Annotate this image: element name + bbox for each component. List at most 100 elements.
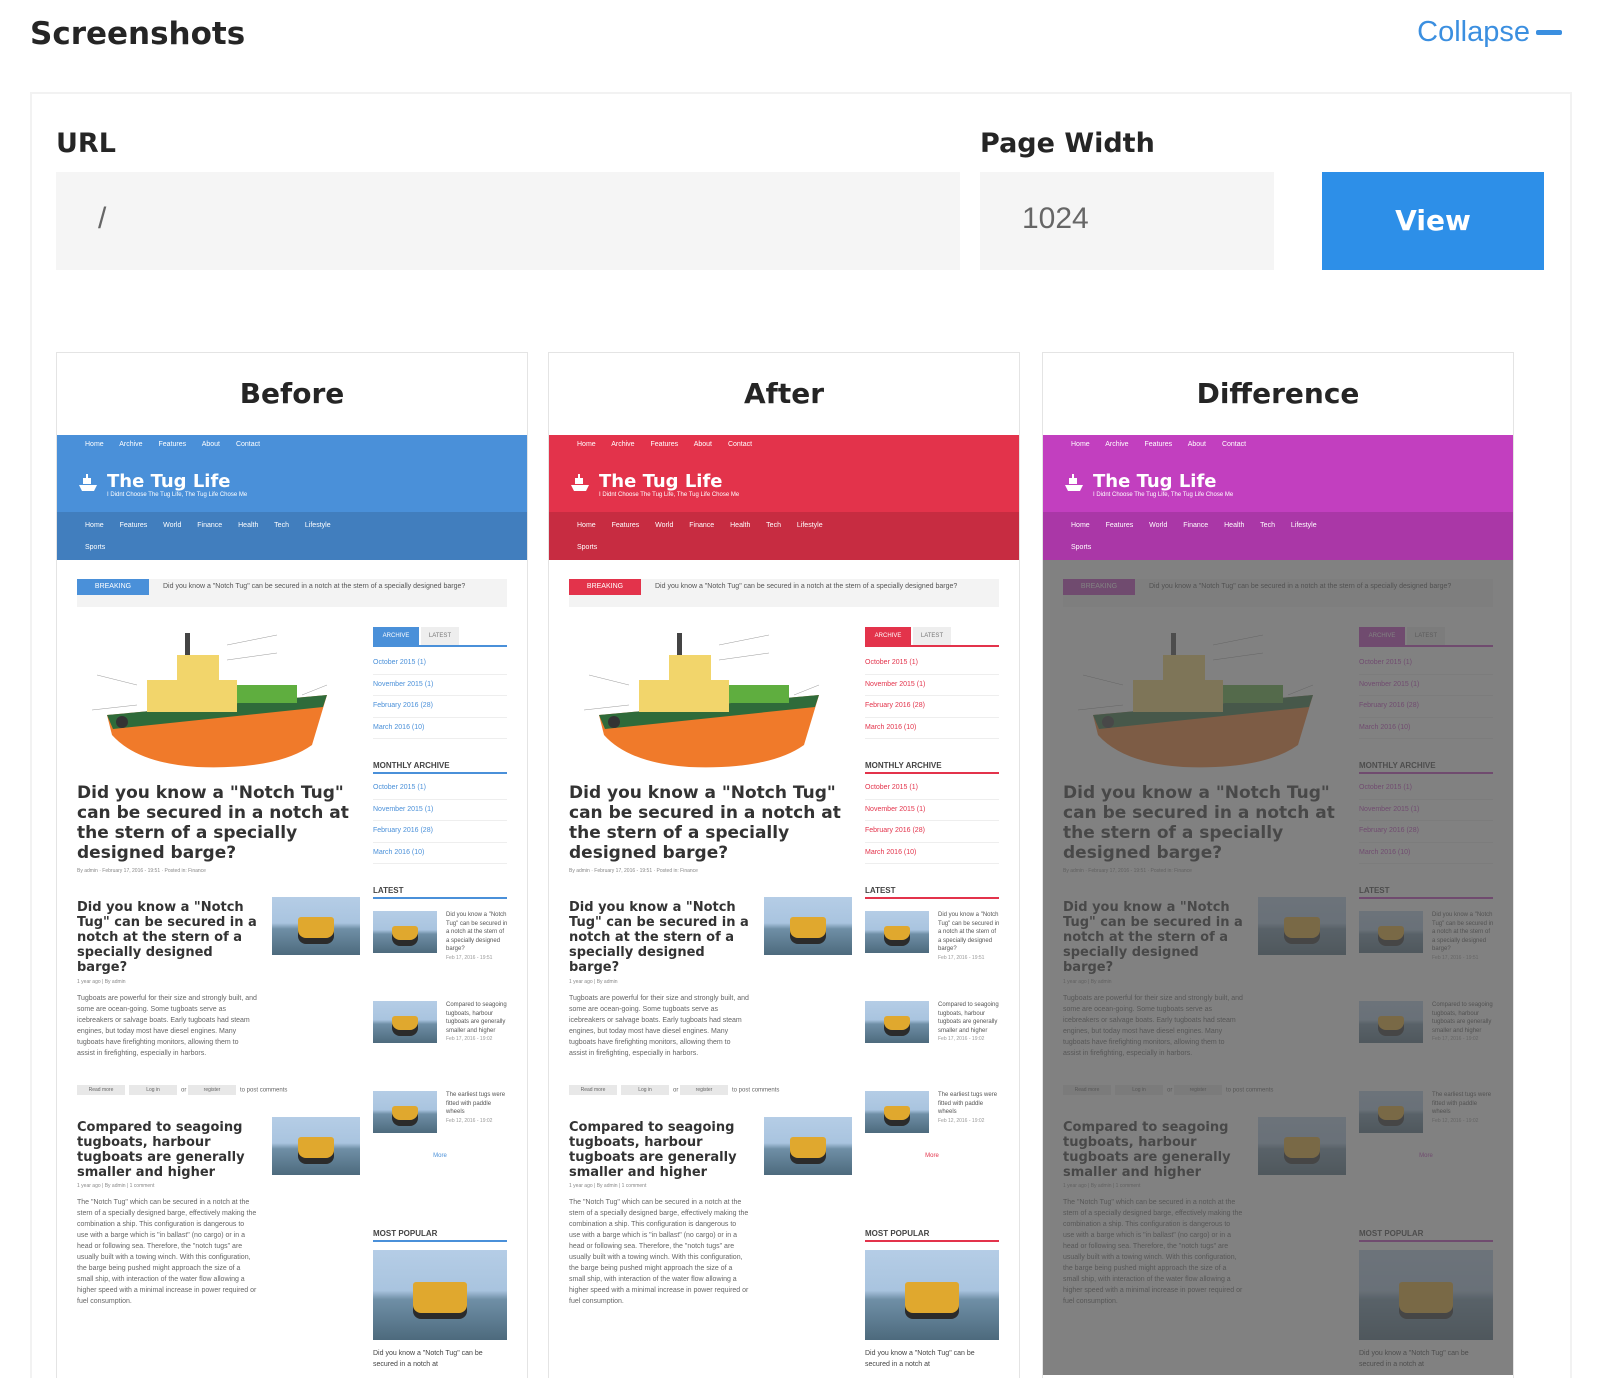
popular-thumbnail[interactable] <box>865 1250 999 1340</box>
sub-nav-sports: Sports <box>1071 544 1092 551</box>
archive-link[interactable]: October 2015 (1) <box>373 653 507 675</box>
sidebar-tabs: ARCHIVE LATEST <box>865 627 999 647</box>
latest-thumbnail[interactable] <box>373 1001 437 1043</box>
site-tagline: I Didnt Choose The Tug Life, The Tug Lif… <box>107 492 248 498</box>
archive-link[interactable]: October 2015 (1) <box>865 653 999 675</box>
latest-item[interactable]: The earliest tugs were fitted with paddl… <box>865 1079 999 1149</box>
archive-list: October 2015 (1) November 2015 (1) Febru… <box>373 653 507 739</box>
tab-archive[interactable]: ARCHIVE <box>373 627 419 645</box>
site-brand: The Tug Life <box>599 471 723 492</box>
post-title[interactable]: Compared to seagoing tugboats, harbour t… <box>569 1120 754 1180</box>
sub-nav-items: Home Features World Finance Health Tech … <box>1071 522 1317 529</box>
post-title[interactable]: Did you know a "Notch Tug" can be secure… <box>77 900 262 975</box>
latest-heading: LATEST <box>865 882 999 899</box>
view-button[interactable]: View <box>1322 172 1544 270</box>
popular-title[interactable]: Did you know a "Notch Tug" can be secure… <box>373 1348 507 1370</box>
archive-link[interactable]: November 2015 (1) <box>865 675 999 696</box>
post-meta: 1 year ago | By admin <box>77 979 126 985</box>
latest-item[interactable]: Compared to seagoing tugboats, harbour t… <box>865 989 999 1079</box>
post-meta: 1 year ago | By admin | 1 comment <box>569 1183 647 1189</box>
screenshot-card-after: After Home Archive Features About Contac… <box>548 352 1020 1378</box>
sidebar: ARCHIVE LATEST October 2015 (1) November… <box>865 627 999 1159</box>
latest-title[interactable]: Compared to seagoing tugboats, harbour t… <box>446 1002 507 1034</box>
archive-link[interactable]: October 2015 (1) <box>373 778 507 800</box>
archive-link[interactable]: October 2015 (1) <box>865 778 999 800</box>
latest-item[interactable]: Compared to seagoing tugboats, harbour t… <box>373 989 507 1079</box>
archive-link[interactable]: March 2016 (10) <box>865 718 999 739</box>
site-sub-nav: Home Features World Finance Health Tech … <box>549 512 1019 560</box>
read-more-button[interactable]: Read more <box>569 1085 617 1095</box>
post-thumbnail[interactable] <box>272 1117 360 1175</box>
post-thumbnail[interactable] <box>272 897 360 955</box>
site-tagline: I Didnt Choose The Tug Life, The Tug Lif… <box>599 492 740 498</box>
more-link[interactable]: More <box>373 1153 507 1159</box>
post-thumbnail[interactable] <box>764 897 852 955</box>
sidebar-tabs: ARCHIVE LATEST <box>373 627 507 647</box>
post-thumbnail[interactable] <box>764 1117 852 1175</box>
headline-meta: By admin · February 17, 2016 - 19:51 · P… <box>77 868 206 874</box>
archive-link[interactable]: February 2016 (28) <box>865 696 999 718</box>
headline[interactable]: Did you know a "Notch Tug" can be secure… <box>569 783 859 863</box>
monthly-archive-list: October 2015 (1) November 2015 (1) Febru… <box>865 778 999 864</box>
breaking-tag: BREAKING <box>77 579 149 595</box>
site-screenshot[interactable]: Home Archive Features About Contact The … <box>1043 435 1513 1375</box>
monthly-archive-list: October 2015 (1) November 2015 (1) Febru… <box>373 778 507 864</box>
latest-title[interactable]: The earliest tugs were fitted with paddl… <box>938 1092 997 1115</box>
archive-link[interactable]: November 2015 (1) <box>373 675 507 696</box>
latest-date: Feb 12, 2016 - 19:02 <box>938 1117 985 1124</box>
card-title: Difference <box>1196 377 1360 410</box>
post-title[interactable]: Did you know a "Notch Tug" can be secure… <box>569 900 754 975</box>
archive-link[interactable]: February 2016 (28) <box>373 821 507 843</box>
post-title[interactable]: Compared to seagoing tugboats, harbour t… <box>77 1120 262 1180</box>
archive-link[interactable]: March 2016 (10) <box>373 843 507 864</box>
latest-item[interactable]: Did you know a "Notch Tug" can be secure… <box>865 899 999 989</box>
archive-link[interactable]: November 2015 (1) <box>865 800 999 821</box>
latest-thumbnail[interactable] <box>865 911 929 953</box>
tab-latest[interactable]: LATEST <box>421 627 459 645</box>
tab-latest[interactable]: LATEST <box>913 627 951 645</box>
post-excerpt: The "Notch Tug" which can be secured in … <box>569 1199 749 1305</box>
url-value: / <box>98 202 107 235</box>
latest-thumbnail[interactable] <box>865 1001 929 1043</box>
tab-archive[interactable]: ARCHIVE <box>865 627 911 645</box>
latest-title[interactable]: The earliest tugs were fitted with paddl… <box>446 1092 505 1115</box>
url-input[interactable]: / <box>56 172 960 270</box>
monthly-archive-heading: MONTHLY ARCHIVE <box>373 757 507 774</box>
site-top-nav: Home Archive Features About Contact <box>1071 441 1247 448</box>
popular-thumbnail[interactable] <box>373 1250 507 1340</box>
site-sub-nav: Home Features World Finance Health Tech … <box>57 512 527 560</box>
read-more-button[interactable]: Read more <box>77 1085 125 1095</box>
or-text: or <box>181 1087 187 1094</box>
most-popular: MOST POPULAR Did you know a "Notch Tug" … <box>865 1225 999 1370</box>
popular-title[interactable]: Did you know a "Notch Tug" can be secure… <box>865 1348 999 1370</box>
latest-title[interactable]: Compared to seagoing tugboats, harbour t… <box>938 1002 999 1034</box>
log-in-button[interactable]: Log in <box>621 1085 669 1095</box>
latest-thumbnail[interactable] <box>373 911 437 953</box>
site-brand: The Tug Life <box>107 471 231 492</box>
latest-thumbnail[interactable] <box>373 1091 437 1133</box>
site-screenshot[interactable]: Home Archive Features About Contact The … <box>549 435 1019 1375</box>
register-button[interactable]: register <box>680 1085 729 1095</box>
latest-item[interactable]: The earliest tugs were fitted with paddl… <box>373 1079 507 1149</box>
sub-nav-items: Home Features World Finance Health Tech … <box>85 522 331 529</box>
archive-link[interactable]: March 2016 (10) <box>865 843 999 864</box>
page-width-value: 1024 <box>1022 202 1089 235</box>
collapse-link[interactable]: Collapse <box>1417 16 1530 49</box>
site-header: Home Archive Features About Contact The … <box>1043 435 1513 560</box>
archive-link[interactable]: February 2016 (28) <box>865 821 999 843</box>
latest-title[interactable]: Did you know a "Notch Tug" can be secure… <box>938 912 999 952</box>
page-width-input[interactable]: 1024 <box>980 172 1274 270</box>
site-screenshot[interactable]: Home Archive Features About Contact The … <box>57 435 527 1375</box>
collapse-icon[interactable] <box>1536 30 1562 35</box>
archive-link[interactable]: November 2015 (1) <box>373 800 507 821</box>
latest-thumbnail[interactable] <box>865 1091 929 1133</box>
latest-title[interactable]: Did you know a "Notch Tug" can be secure… <box>446 912 507 952</box>
latest-item[interactable]: Did you know a "Notch Tug" can be secure… <box>373 899 507 989</box>
headline[interactable]: Did you know a "Notch Tug" can be secure… <box>77 783 367 863</box>
screenshots-panel: URL / Page Width 1024 View Before Home A… <box>30 92 1572 1378</box>
archive-link[interactable]: February 2016 (28) <box>373 696 507 718</box>
register-button[interactable]: register <box>188 1085 237 1095</box>
log-in-button[interactable]: Log in <box>129 1085 177 1095</box>
more-link[interactable]: More <box>865 1153 999 1159</box>
archive-link[interactable]: March 2016 (10) <box>373 718 507 739</box>
